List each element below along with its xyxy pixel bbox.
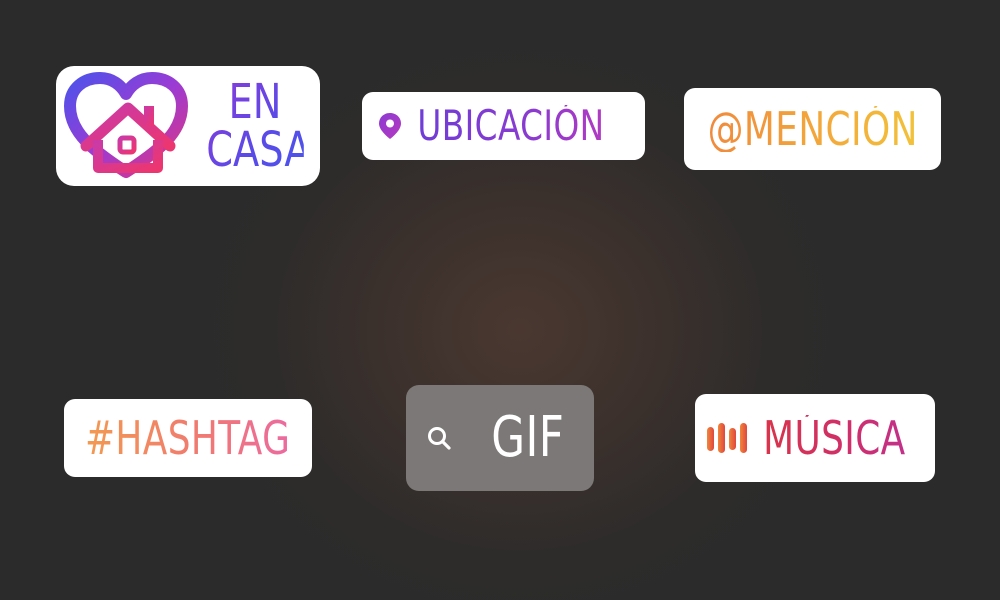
story-sticker-tray: { "stickers": { "en_casa": { "line1": "E… — [0, 0, 1000, 600]
mention-sticker[interactable]: @MENCIÓN — [684, 88, 941, 170]
music-sticker[interactable]: MÚSICA — [695, 394, 935, 482]
location-sticker[interactable]: UBICACIÓN — [362, 92, 645, 160]
gif-sticker[interactable]: GIF — [406, 385, 594, 491]
search-icon — [428, 427, 451, 450]
en-casa-label: EN CASA — [206, 78, 304, 174]
music-label: MÚSICA — [762, 411, 906, 465]
mention-label: @MENCIÓN — [707, 102, 918, 156]
gif-label: GIF — [491, 405, 565, 470]
hashtag-sticker[interactable]: #HASHTAG — [64, 399, 312, 477]
en-casa-line1: EN — [228, 74, 282, 130]
heart-house-icon — [64, 72, 188, 178]
en-casa-line2: CASA — [206, 122, 311, 178]
en-casa-sticker[interactable]: EN CASA — [56, 66, 320, 186]
music-bars-icon — [706, 423, 747, 453]
location-label: UBICACIÓN — [416, 101, 605, 150]
location-pin-icon — [378, 113, 401, 139]
hashtag-label: #HASHTAG — [85, 411, 291, 465]
